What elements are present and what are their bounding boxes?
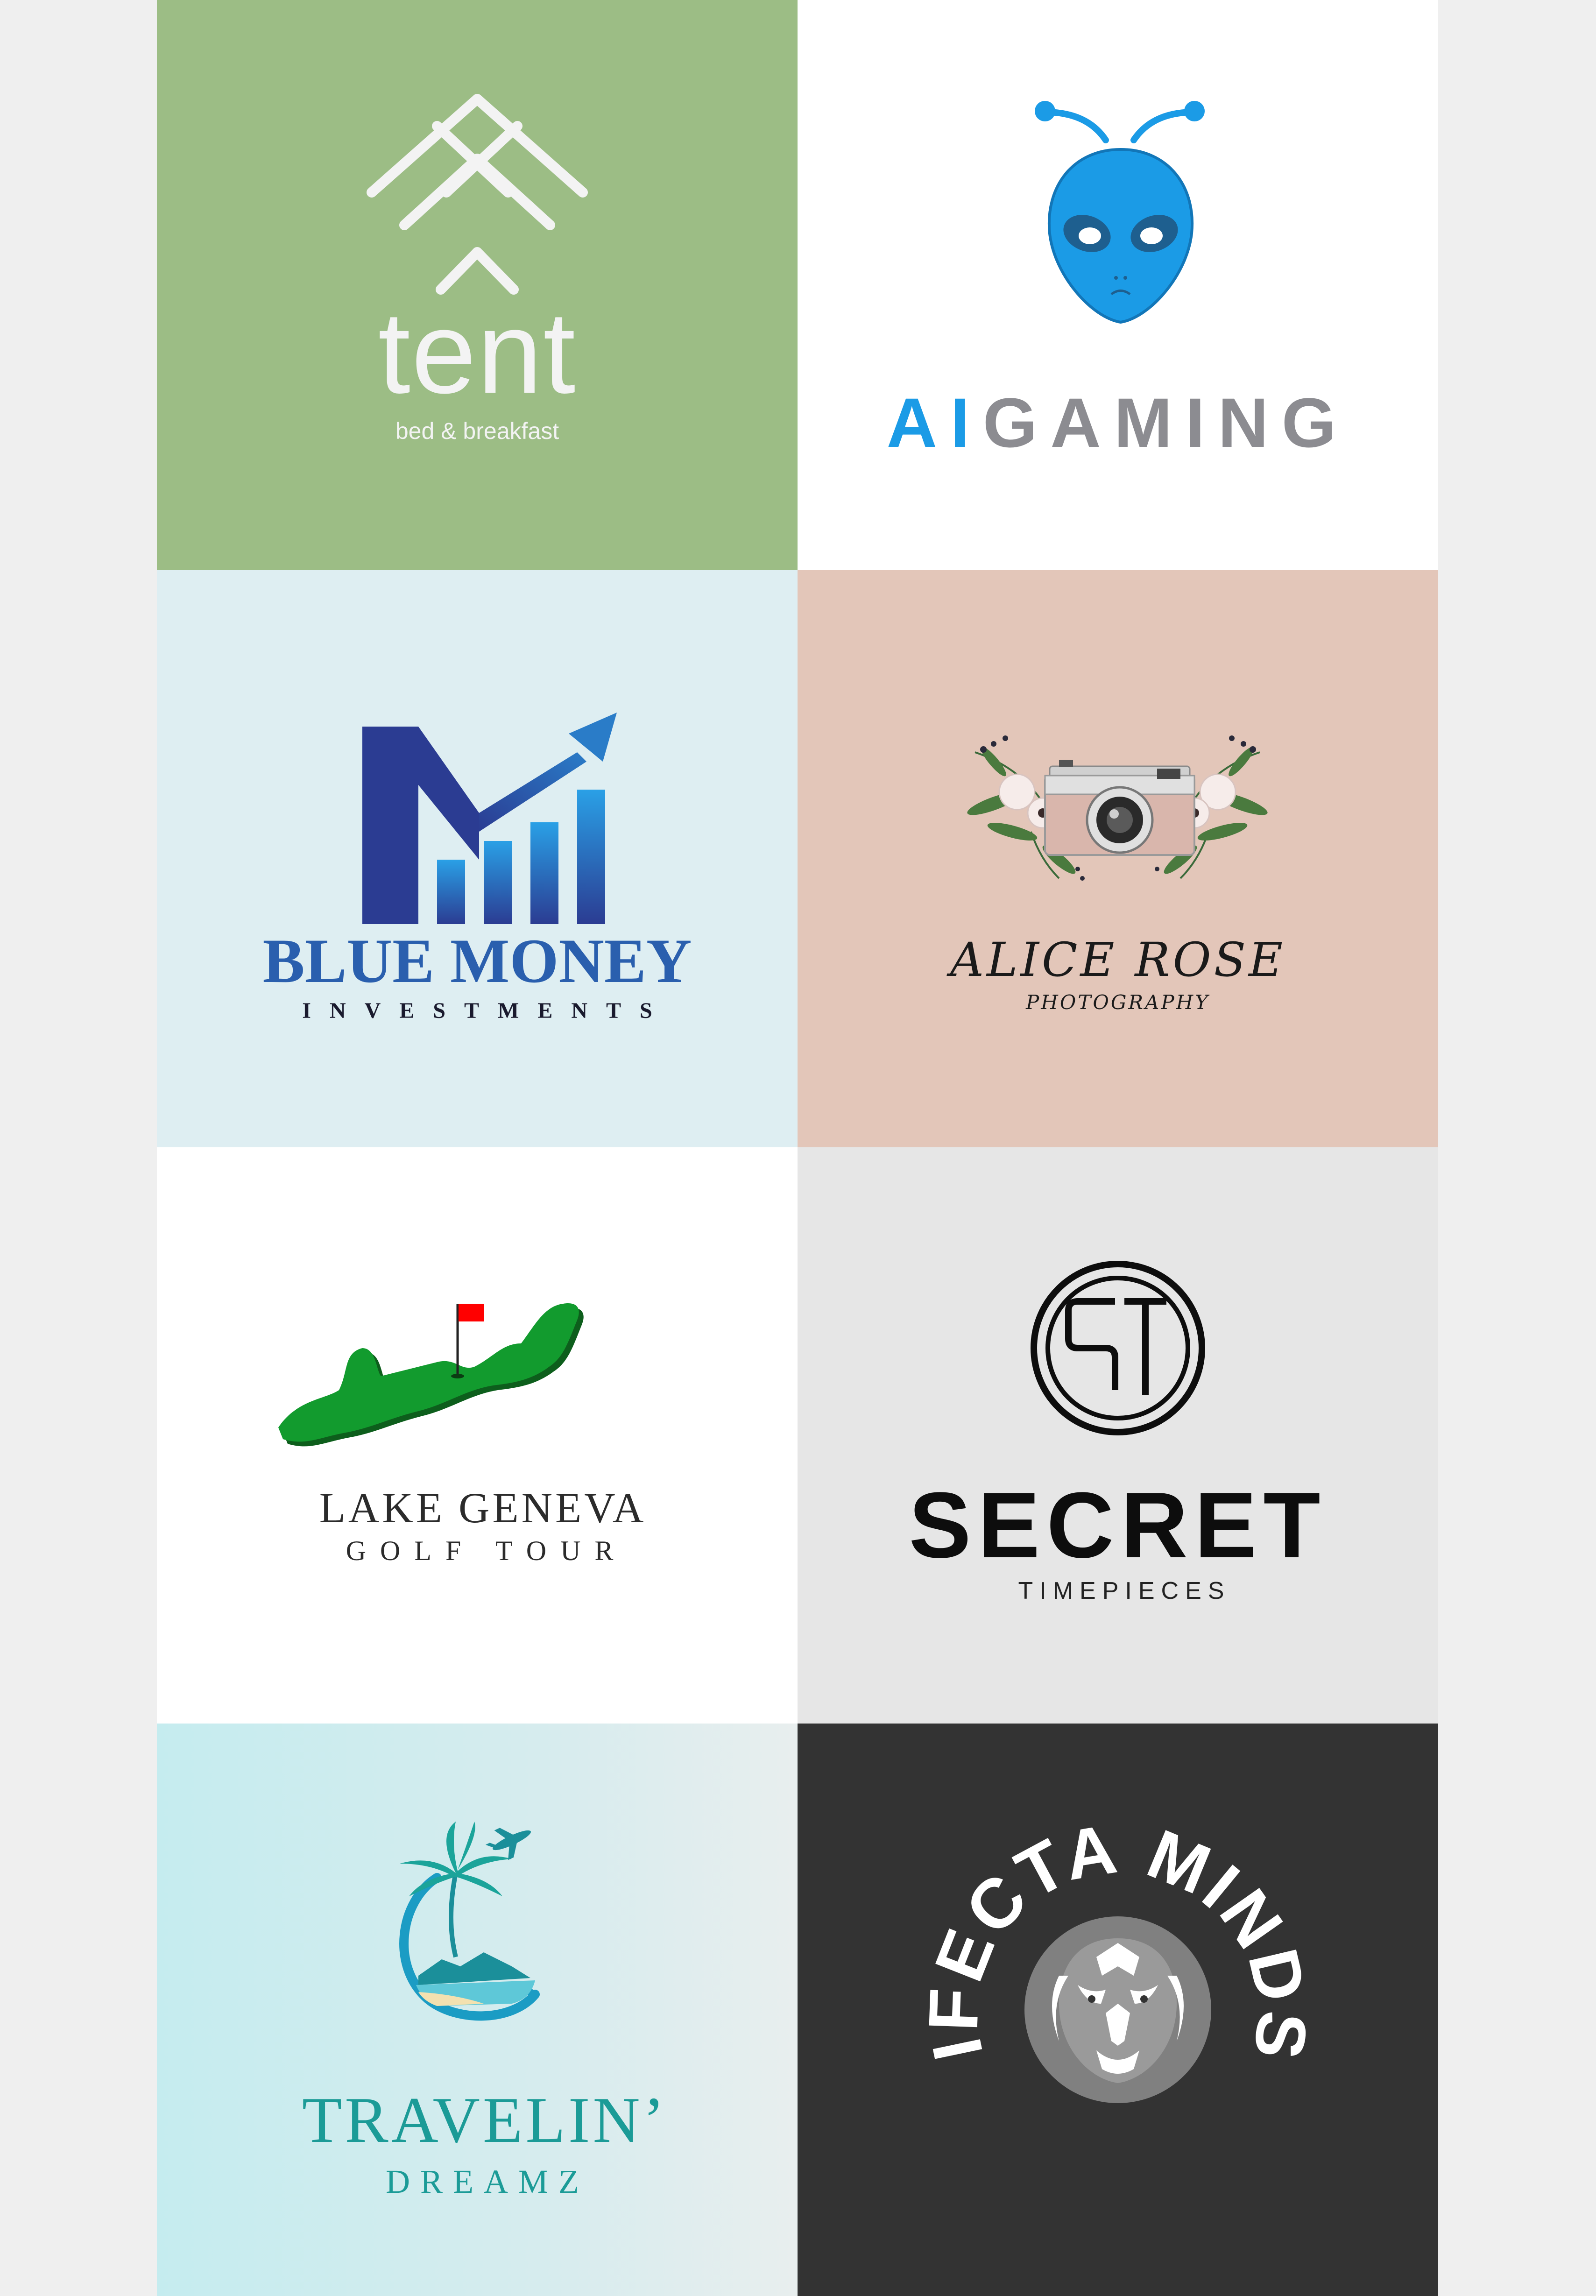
logo-tile-travelin-dreamz: TRAVELIN’ DREAMZ (157, 1724, 798, 2296)
brand-tagline: GOLF TOUR (346, 1535, 628, 1566)
brand-tagline: TIMEPIECES (1018, 1577, 1231, 1604)
circular-brand-text: TRIFECTA MINDSET (798, 1724, 1323, 2067)
golf-island-flag-icon (278, 1303, 584, 1447)
logo-tile-aigaming: AIGAMING (798, 0, 1438, 570)
brand-name: TRIFECTA MINDSET (798, 1724, 1320, 2067)
logo-tile-lake-geneva: LAKE GENEVA GOLF TOUR (157, 1147, 798, 1724)
palm-beach-plane-icon (399, 1822, 540, 2021)
brand-name: ALICE ROSE (950, 933, 1286, 987)
growth-arrow-m-icon (362, 713, 617, 924)
brand-tagline: DREAMZ (386, 2163, 589, 2200)
alien-head-icon (1035, 101, 1205, 324)
logo-tile-blue-money: BLUE MONEY INVESTMENTS (157, 570, 798, 1147)
logo-tile-tent: tent bed & breakfast (157, 0, 798, 570)
tent-peak-icon (367, 94, 588, 295)
logo-tile-secret: SECRET TIMEPIECES (798, 1147, 1438, 1724)
brand-name: tent (378, 287, 577, 417)
logo-grid: tent bed & breakfast AIGAMING BLUE MONEY… (157, 0, 1438, 2296)
brand-name: SECRET (909, 1473, 1327, 1577)
brand-tagline: PHOTOGRAPHY (1026, 991, 1210, 1014)
brand-tagline: bed & breakfast (395, 418, 559, 444)
brand-name: BLUE MONEY (262, 926, 692, 996)
svg-text:TRIFECTA MINDSET: TRIFECTA MINDSET (798, 1724, 1323, 2067)
brand-name: TRAVELIN’ (302, 2084, 668, 2156)
brand-tagline: INVESTMENTS (302, 998, 671, 1023)
brand-name: AIGAMING (798, 388, 1438, 458)
brand-name-part2: GAMING (982, 383, 1349, 462)
st-monogram-circle-icon (1031, 1261, 1205, 1435)
camera-with-flowers-icon (967, 735, 1268, 881)
brand-name: LAKE GENEVA (319, 1484, 647, 1532)
logo-tile-alice-rose: ALICE ROSE PHOTOGRAPHY (798, 570, 1438, 1147)
logo-tile-trifecta-mindset: TRIFECTA MINDSET (798, 1724, 1438, 2296)
brand-name-part1: AI (886, 383, 983, 462)
